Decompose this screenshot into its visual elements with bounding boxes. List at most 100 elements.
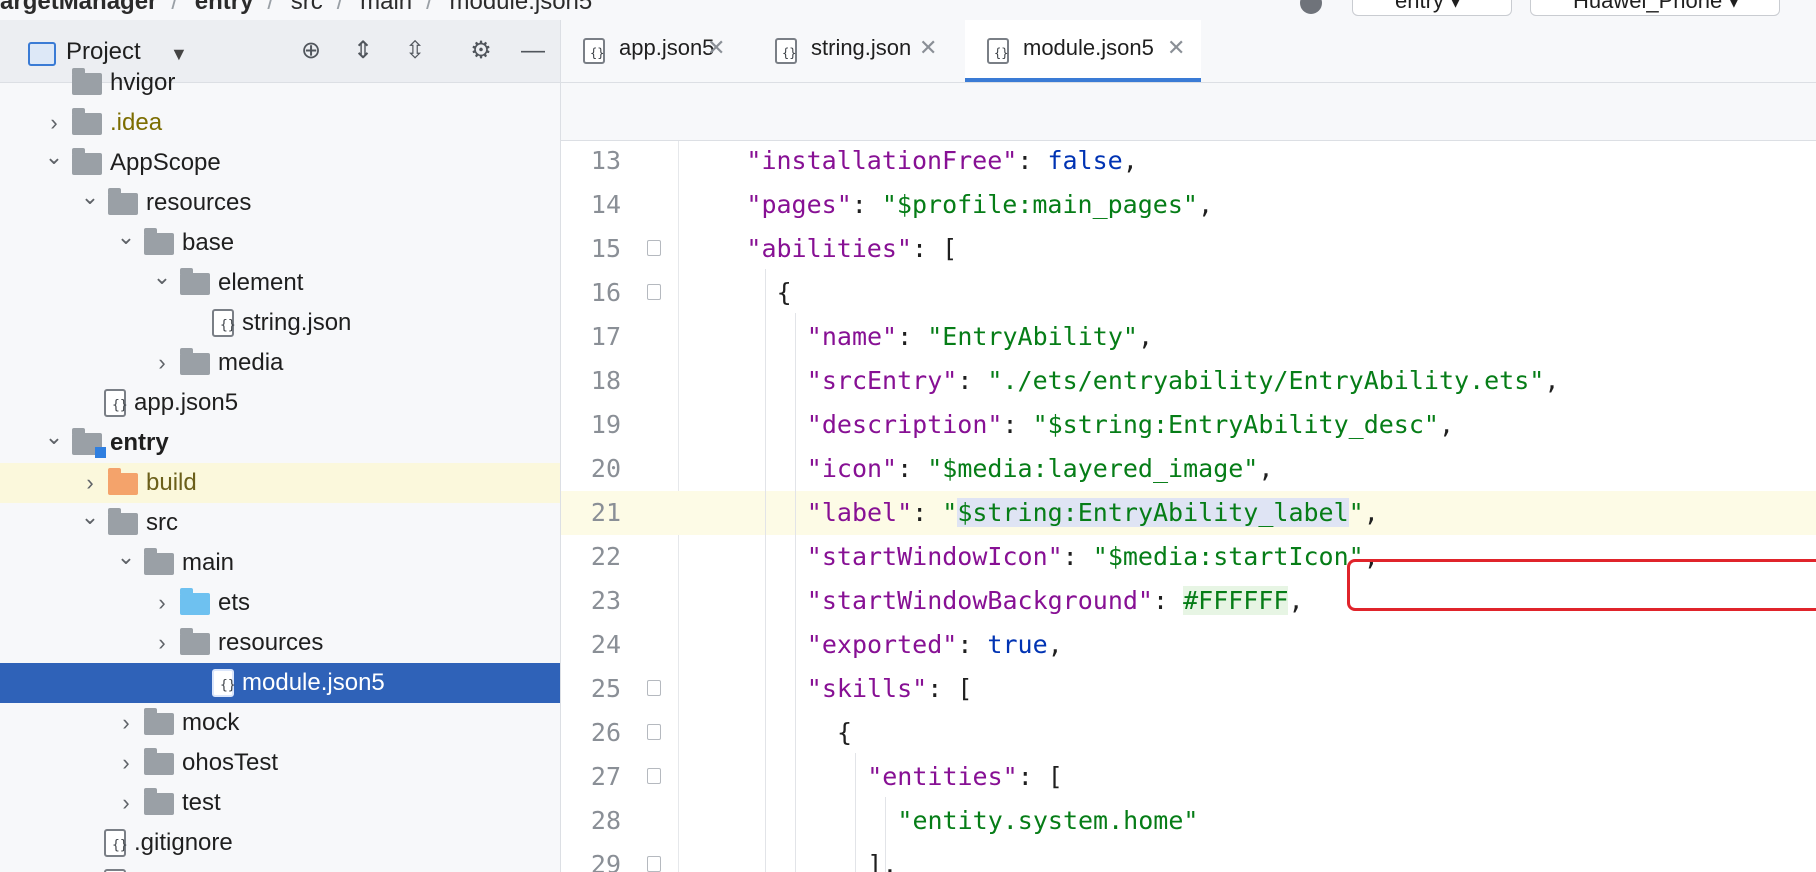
gear-icon[interactable]: ⚙ — [466, 36, 496, 66]
tree-item[interactable]: ⌄ main — [0, 543, 560, 583]
code-line[interactable]: 22 "startWindowIcon": "$media:startIcon", — [561, 535, 1816, 579]
breadcrumb-item[interactable]: argetManager — [0, 0, 157, 15]
tree-item[interactable]: › mock — [0, 703, 560, 743]
tree-item[interactable]: › .idea — [0, 103, 560, 143]
chevron-down-icon[interactable]: ⌄ — [80, 503, 100, 531]
tree-item[interactable]: ⌄ src — [0, 503, 560, 543]
code-text: "entities": [ — [867, 762, 1063, 791]
code-text: { — [776, 278, 792, 307]
tree-item-label: resources — [218, 629, 324, 656]
fold-icon[interactable] — [647, 724, 661, 740]
chevron-down-icon[interactable]: ▼ — [170, 44, 188, 65]
minimize-icon[interactable]: — — [518, 36, 548, 66]
tree-item[interactable]: module.json5 — [0, 663, 560, 703]
code-line[interactable]: 29], — [561, 843, 1816, 872]
editor-tab[interactable]: module.json5 ✕ — [965, 20, 1201, 82]
editor-tabs: app.json5✕string.json✕module.json5✕ — [561, 20, 1816, 83]
tree-item-label: resources — [146, 189, 252, 216]
code-line[interactable]: 27 "entities": [ — [561, 755, 1816, 799]
collapse-all-icon[interactable]: ⇳ — [400, 36, 430, 66]
chevron-right-icon[interactable]: › — [152, 583, 172, 623]
close-icon[interactable]: ✕ — [919, 20, 937, 76]
chevron-down-icon[interactable]: ⌄ — [152, 263, 172, 291]
json-file-icon — [212, 309, 236, 337]
code-editor[interactable]: 13 "installationFree": false, 14 "pages": "… — [561, 141, 1816, 872]
code-line[interactable]: 18 "srcEntry": "./ets/entryability/EntryA… — [561, 359, 1816, 403]
tree-item[interactable]: build-profile.json5 — [0, 863, 560, 872]
tree-item-label: hvigor — [110, 69, 176, 96]
close-icon[interactable]: ✕ — [1167, 20, 1185, 76]
chevron-right-icon[interactable]: › — [80, 463, 100, 503]
locate-icon[interactable]: ⊕ — [296, 36, 326, 66]
project-panel-title[interactable]: Project — [66, 38, 141, 66]
code-line[interactable]: 17 "name": "EntryAbility", — [561, 315, 1816, 359]
breadcrumb: argetManager / entry / src / main / module.j… — [0, 0, 596, 16]
tree-item[interactable]: ⌄ base — [0, 223, 560, 263]
project-panel: Project ▼ ⊕ ⇕ ⇳ ⚙ — hvigor › .idea ⌄ AppScop… — [0, 20, 561, 872]
tree-item[interactable]: ⌄ entry — [0, 423, 560, 463]
breadcrumb-item[interactable]: main — [360, 0, 412, 15]
tree-item[interactable]: string.json — [0, 303, 560, 343]
close-icon[interactable]: ✕ — [707, 20, 725, 76]
line-number: 19 — [590, 410, 621, 439]
tree-item[interactable]: › ohosTest — [0, 743, 560, 783]
chevron-right-icon[interactable]: › — [116, 703, 136, 743]
tree-item[interactable]: › media — [0, 343, 560, 383]
folder-icon — [108, 508, 138, 535]
folder-icon — [144, 748, 174, 775]
chevron-down-icon[interactable]: ⌄ — [44, 423, 64, 451]
line-number: 29 — [590, 850, 621, 872]
expand-all-icon[interactable]: ⇕ — [348, 36, 378, 66]
breadcrumb-item[interactable]: src — [291, 0, 323, 15]
code-line[interactable]: 25 "skills": [ — [561, 667, 1816, 711]
breadcrumb-item[interactable]: module.json5 — [449, 0, 592, 15]
fold-icon[interactable] — [647, 856, 661, 872]
line-number: 16 — [590, 278, 621, 307]
code-line[interactable]: 13 "installationFree": false, — [561, 141, 1816, 183]
fold-icon[interactable] — [647, 240, 661, 256]
code-line[interactable]: 19 "description": "$string:EntryAbility_d… — [561, 403, 1816, 447]
tree-item[interactable]: ⌄ AppScope — [0, 143, 560, 183]
chevron-right-icon[interactable]: › — [152, 623, 172, 663]
indent-guide — [885, 797, 887, 872]
chevron-right-icon[interactable]: › — [116, 783, 136, 823]
tree-item[interactable]: › test — [0, 783, 560, 823]
code-line[interactable]: 20 "icon": "$media:layered_image", — [561, 447, 1816, 491]
tree-item[interactable]: › build — [0, 463, 560, 503]
line-number: 17 — [590, 322, 621, 351]
settings-icon[interactable] — [1300, 0, 1322, 14]
chevron-down-icon[interactable]: ⌄ — [44, 143, 64, 171]
tree-item[interactable]: ⌄ resources — [0, 183, 560, 223]
tree-item[interactable]: › resources — [0, 623, 560, 663]
tree-item[interactable]: .gitignore — [0, 823, 560, 863]
chevron-down-icon[interactable]: ⌄ — [116, 543, 136, 571]
fold-icon[interactable] — [647, 284, 661, 300]
editor-tab[interactable]: app.json5✕ — [561, 20, 741, 82]
code-line[interactable]: 28 "entity.system.home" — [561, 799, 1816, 843]
device-select[interactable]: Huawei_Phone ▾ — [1530, 0, 1780, 16]
chevron-right-icon[interactable]: › — [152, 343, 172, 383]
code-line[interactable]: 14 "pages": "$profile:main_pages", — [561, 183, 1816, 227]
editor-tab[interactable]: string.json ✕ — [753, 20, 953, 82]
code-text: "srcEntry": "./ets/entryability/EntryAbi… — [806, 366, 1560, 395]
fold-icon[interactable] — [647, 680, 661, 696]
chevron-right-icon[interactable]: › — [44, 103, 64, 143]
code-line[interactable]: 24 "exported": true, — [561, 623, 1816, 667]
code-line[interactable]: 15 "abilities": [ — [561, 227, 1816, 271]
fold-icon[interactable] — [647, 768, 661, 784]
code-line[interactable]: 21 "label": "$string:EntryAbility_label", — [561, 491, 1816, 535]
code-line[interactable]: 26 { — [561, 711, 1816, 755]
chevron-right-icon[interactable]: › — [116, 743, 136, 783]
tree-item[interactable]: app.json5 — [0, 383, 560, 423]
line-number: 13 — [590, 146, 621, 175]
chevron-down-icon[interactable]: ⌄ — [116, 223, 136, 251]
run-config-select[interactable]: entry ▾ — [1352, 0, 1512, 16]
line-number: 22 — [590, 542, 621, 571]
chevron-down-icon[interactable]: ⌄ — [80, 183, 100, 211]
tree-item[interactable]: hvigor — [0, 63, 560, 103]
code-line[interactable]: 16 { — [561, 271, 1816, 315]
tree-item[interactable]: ⌄ element — [0, 263, 560, 303]
code-line[interactable]: 23 "startWindowBackground": #FFFFFF, — [561, 579, 1816, 623]
tree-item[interactable]: › ets — [0, 583, 560, 623]
breadcrumb-item[interactable]: entry — [195, 0, 254, 15]
